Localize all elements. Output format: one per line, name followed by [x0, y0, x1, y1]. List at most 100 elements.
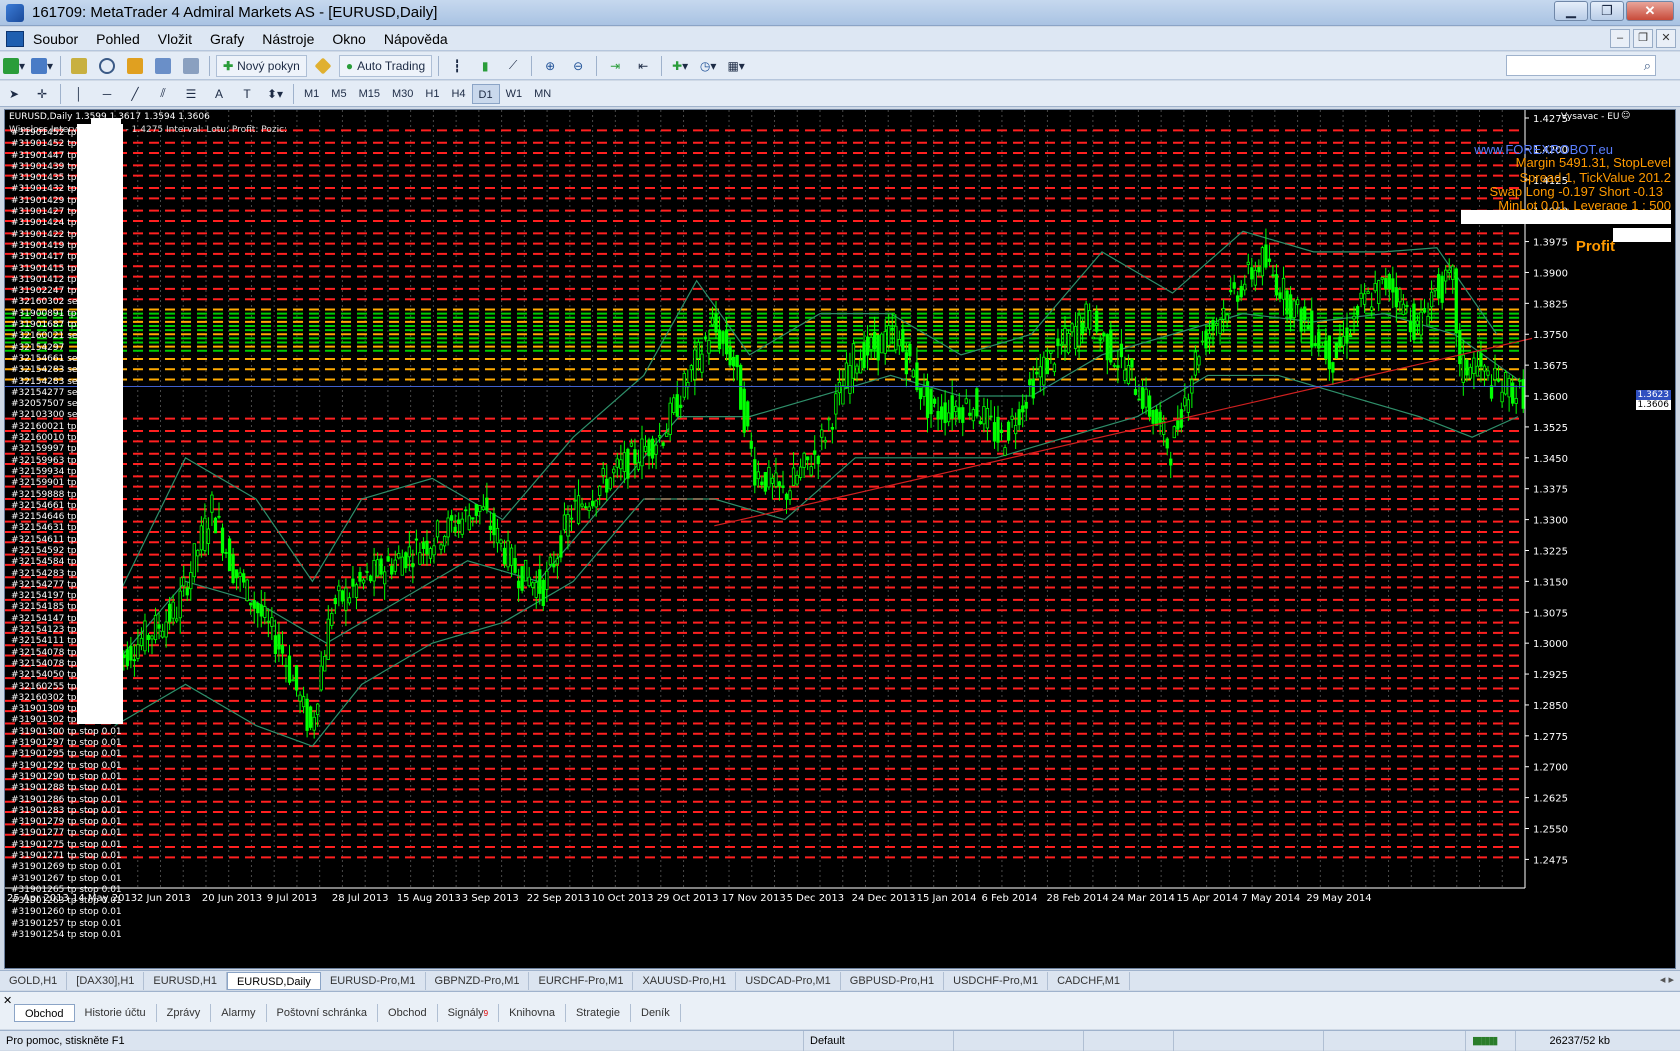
templates-button[interactable]: ▦ ▾ [724, 55, 748, 77]
line-chart-button[interactable]: ⟋ [501, 55, 525, 77]
terminal-tab-signals[interactable]: Signály9 [438, 1004, 500, 1022]
timeframe-mn[interactable]: MN [528, 84, 557, 104]
autoscroll-button[interactable]: ⇥ [603, 55, 627, 77]
candle [1257, 266, 1261, 273]
chart-tab[interactable]: XAUUSD-Pro,H1 [633, 971, 737, 990]
terminal-tab-mailbox[interactable]: Poštovní schránka [267, 1004, 379, 1022]
close-button[interactable]: ✕ [1626, 1, 1674, 21]
timeframe-m30[interactable]: M30 [386, 84, 419, 104]
chart-tab[interactable]: GBPUSD-Pro,H1 [841, 971, 945, 990]
menu-nastroje[interactable]: Nástroje [253, 31, 323, 47]
mdi-minimize-button[interactable]: – [1610, 29, 1630, 48]
chart-tab[interactable]: [DAX30],H1 [67, 971, 145, 990]
candle [1380, 277, 1384, 280]
chart-tab[interactable]: GBPNZD-Pro,M1 [426, 971, 530, 990]
data-window-button[interactable] [95, 55, 119, 77]
candlestick-button[interactable]: ▮ [473, 55, 497, 77]
terminal-button[interactable] [151, 55, 175, 77]
chart-tab[interactable]: EURUSD,H1 [144, 971, 227, 990]
timeframe-m1[interactable]: M1 [298, 84, 325, 104]
metaeditor-button[interactable] [311, 55, 335, 77]
timeframe-h1[interactable]: H1 [419, 84, 445, 104]
text-button[interactable]: A [207, 83, 231, 105]
mdi-close-button[interactable]: ✕ [1656, 29, 1676, 48]
timeframe-m5[interactable]: M5 [325, 84, 352, 104]
tester-button[interactable] [179, 55, 203, 77]
zoom-in-button[interactable]: ⊕ [538, 55, 562, 77]
minimize-button[interactable]: ▁ [1554, 1, 1588, 21]
channel-button[interactable]: ⫽ [151, 83, 175, 105]
order-row: #31901300 tp stop 0.01 [11, 726, 122, 737]
profiles-button[interactable]: ▾ [30, 55, 54, 77]
zoom-out-button[interactable]: ⊖ [566, 55, 590, 77]
candle [1059, 343, 1064, 347]
timeframe-h4[interactable]: H4 [445, 84, 471, 104]
navigator-button[interactable] [123, 55, 147, 77]
periods-button[interactable]: ◷ ▾ [696, 55, 720, 77]
new-order-button[interactable]: ✚ Nový pokyn [216, 54, 307, 77]
menu-okno[interactable]: Okno [323, 31, 374, 47]
candle [132, 659, 137, 662]
search-input[interactable]: ⌕ [1506, 55, 1656, 76]
chart-shift-button[interactable]: ⇤ [631, 55, 655, 77]
terminal-close-icon[interactable]: ✕ [3, 994, 12, 1007]
cursor-button[interactable]: ➤ [2, 83, 26, 105]
mdi-restore-button[interactable]: ❐ [1633, 29, 1653, 48]
terminal-tab-trade[interactable]: Obchod [14, 1004, 75, 1022]
terminal-tab-alerts[interactable]: Alarmy [211, 1004, 267, 1022]
maximize-button[interactable]: ❐ [1590, 1, 1624, 21]
chart-tab[interactable]: GOLD,H1 [0, 971, 68, 990]
menu-vlozit[interactable]: Vložit [149, 31, 201, 47]
candle [939, 406, 944, 420]
terminal-tab-history[interactable]: Historie účtu [75, 1004, 157, 1022]
chart-tab[interactable]: USDCAD-Pro,M1 [736, 971, 841, 990]
bar-chart-button[interactable]: ┇ [445, 55, 469, 77]
chart-tab[interactable]: USDCHF-Pro,M1 [944, 971, 1049, 990]
timeframe-d1[interactable]: D1 [471, 83, 500, 104]
timeframe-m15[interactable]: M15 [353, 84, 386, 104]
tab-scroll-arrows[interactable]: ◂ ▸ [1660, 973, 1674, 986]
candle [1165, 438, 1169, 449]
crosshair-button[interactable]: ✛ [30, 83, 54, 105]
order-row: #31901269 tp stop 0.01 [11, 862, 122, 873]
candle [640, 438, 644, 467]
fibonacci-button[interactable]: ☰ [179, 83, 203, 105]
chart-shift-icon: ⇤ [638, 58, 649, 73]
menu-napoveda[interactable]: Nápověda [375, 31, 457, 47]
vertical-line-button[interactable]: │ [67, 83, 91, 105]
chart-tab[interactable]: EURCHF-Pro,M1 [529, 971, 634, 990]
chart-tab[interactable]: EURUSD-Pro,M1 [321, 971, 426, 990]
terminal-tab-market[interactable]: Obchod [378, 1004, 438, 1022]
new-chart-button[interactable]: ▾ [2, 55, 26, 77]
price-chart[interactable]: 1.42751.42001.41251.40501.39751.39001.38… [5, 110, 1676, 969]
arrows-button[interactable]: ⬍ ▾ [263, 83, 287, 105]
menu-pohled[interactable]: Pohled [87, 31, 149, 47]
terminal-tab-journal[interactable]: Deník [631, 1004, 681, 1022]
trendline-button[interactable]: ╱ [123, 83, 147, 105]
menu-grafy[interactable]: Grafy [201, 31, 253, 47]
candle [1281, 277, 1286, 300]
indicators-button[interactable]: ✚ ▾ [668, 55, 692, 77]
chart-tab-active[interactable]: EURUSD,Daily [226, 971, 321, 990]
candle [1183, 397, 1187, 407]
expert-label: Vysavac - EU [1561, 112, 1620, 122]
terminal-tab-strategies[interactable]: Strategie [566, 1004, 631, 1022]
chart-window[interactable]: 1.42751.42001.41251.40501.39751.39001.38… [4, 109, 1676, 969]
candle [249, 602, 253, 606]
chart-window-icon[interactable] [6, 30, 24, 47]
candle [1038, 366, 1042, 378]
candle [1503, 372, 1508, 395]
terminal-tab-news[interactable]: Zprávy [157, 1004, 212, 1022]
candle [820, 429, 824, 438]
candle [1303, 306, 1307, 320]
terminal-tab-library[interactable]: Knihovna [499, 1004, 566, 1022]
auto-trading-button[interactable]: ● Auto Trading [338, 54, 433, 77]
market-watch-button[interactable] [67, 55, 91, 77]
candle [1123, 369, 1127, 381]
candle [619, 459, 623, 470]
menu-soubor[interactable]: Soubor [24, 31, 87, 47]
text-label-button[interactable]: T [235, 83, 259, 105]
horizontal-line-button[interactable]: ─ [95, 83, 119, 105]
timeframe-w1[interactable]: W1 [500, 84, 529, 104]
chart-tab[interactable]: CADCHF,M1 [1048, 971, 1131, 990]
